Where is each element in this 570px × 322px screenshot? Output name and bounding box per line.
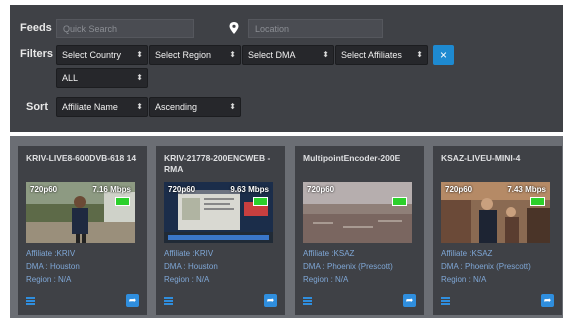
sort-field-label: Affiliate Name [62, 102, 118, 112]
share-icon[interactable]: ➦ [264, 294, 277, 307]
dropdown-arrows-icon: ⬍ [136, 50, 143, 59]
resolution-badge: 720p60 [445, 185, 473, 194]
list-icon[interactable] [303, 297, 312, 305]
share-icon[interactable]: ➦ [126, 294, 139, 307]
feed-thumbnail[interactable]: 720p60 7.16 Mbps [26, 182, 135, 243]
region-text: Region : N/A [164, 275, 210, 284]
location-input[interactable]: Location [248, 19, 383, 38]
select-region-label: Select Region [155, 50, 212, 60]
resolution-badge: 720p60 [307, 185, 335, 194]
affiliate-text: Affiliate :KSAZ [303, 249, 355, 258]
region-text: Region : N/A [441, 275, 487, 284]
region-text: Region : N/A [26, 275, 72, 284]
quick-search-input[interactable]: Quick Search [56, 19, 194, 38]
all-label: ALL [62, 73, 79, 83]
select-dma-dropdown[interactable]: Select DMA ⬍ [242, 45, 334, 65]
select-country-dropdown[interactable]: Select Country ⬍ [56, 45, 148, 65]
list-icon[interactable] [26, 297, 35, 305]
sort-order-label: Ascending [155, 102, 198, 112]
list-icon[interactable] [441, 297, 450, 305]
feed-title: MultipointEncoder-200E [303, 153, 401, 163]
select-affiliates-label: Select Affiliates [341, 50, 402, 60]
dma-text: DMA : Houston [26, 262, 80, 271]
all-dropdown[interactable]: ALL ⬍ [56, 68, 148, 88]
feed-title: KSAZ-LIVEU-MINI-4 [441, 153, 521, 163]
dropdown-arrows-icon: ⬍ [229, 50, 236, 59]
dma-text: DMA : Houston [164, 262, 218, 271]
bitrate-badge: 7.16 Mbps [92, 185, 131, 194]
bitrate-badge: 7.43 Mbps [507, 185, 546, 194]
dma-text: DMA : Phoenix (Prescott) [303, 262, 393, 271]
select-dma-label: Select DMA [248, 50, 296, 60]
battery-icon [530, 197, 545, 206]
feed-title: KRIV-LIVE8-600DVB-618 14 [26, 153, 137, 163]
battery-icon [392, 197, 407, 206]
clear-filters-button[interactable]: × [433, 45, 454, 65]
close-icon: × [439, 48, 447, 62]
filters-label: Filters [20, 48, 54, 60]
dropdown-arrows-icon: ⬍ [136, 73, 143, 82]
affiliate-text: Affiliate :KRIV [26, 249, 76, 258]
feed-card[interactable]: KRIV-LIVE8-600DVB-618 14 720p60 7.16 Mbp… [18, 146, 147, 315]
resolution-badge: 720p60 [168, 185, 196, 194]
battery-icon [253, 197, 268, 206]
dropdown-arrows-icon: ⬍ [229, 102, 236, 111]
region-text: Region : N/A [303, 275, 349, 284]
select-country-label: Select Country [62, 50, 122, 60]
feed-thumbnail[interactable]: 720p60 [303, 182, 412, 243]
affiliate-text: Affiliate :KSAZ [441, 249, 493, 258]
share-icon[interactable]: ➦ [541, 294, 554, 307]
feeds-label: Feeds [20, 22, 52, 34]
select-region-dropdown[interactable]: Select Region ⬍ [149, 45, 241, 65]
battery-icon [115, 197, 130, 206]
feed-card[interactable]: KSAZ-LIVEU-MINI-4 720p60 7.43 Mbps Affil… [433, 146, 562, 315]
dropdown-arrows-icon: ⬍ [136, 102, 143, 111]
app: Feeds Quick Search Location Filters Sele… [0, 0, 570, 322]
resolution-badge: 720p60 [30, 185, 58, 194]
feed-card[interactable]: KRIV-21778-200ENCWEB -RMA 720p60 9.63 Mb… [156, 146, 285, 315]
feed-title: KRIV-21778-200ENCWEB -RMA [164, 153, 271, 174]
dropdown-arrows-icon: ⬍ [322, 50, 329, 59]
location-pin-icon [229, 22, 239, 34]
affiliate-text: Affiliate :KRIV [164, 249, 214, 258]
list-icon[interactable] [164, 297, 173, 305]
select-affiliates-dropdown[interactable]: Select Affiliates ⬍ [335, 45, 428, 65]
bitrate-badge: 9.63 Mbps [230, 185, 269, 194]
sort-label: Sort [26, 101, 48, 113]
feed-thumbnail[interactable]: 720p60 9.63 Mbps [164, 182, 273, 243]
sort-field-dropdown[interactable]: Affiliate Name ⬍ [56, 97, 148, 117]
sort-order-dropdown[interactable]: Ascending ⬍ [149, 97, 241, 117]
share-icon[interactable]: ➦ [403, 294, 416, 307]
dropdown-arrows-icon: ⬍ [416, 50, 423, 59]
feed-card[interactable]: MultipointEncoder-200E 720p60 Affiliate … [295, 146, 424, 315]
dma-text: DMA : Phoenix (Prescott) [441, 262, 531, 271]
feed-thumbnail[interactable]: 720p60 7.43 Mbps [441, 182, 550, 243]
